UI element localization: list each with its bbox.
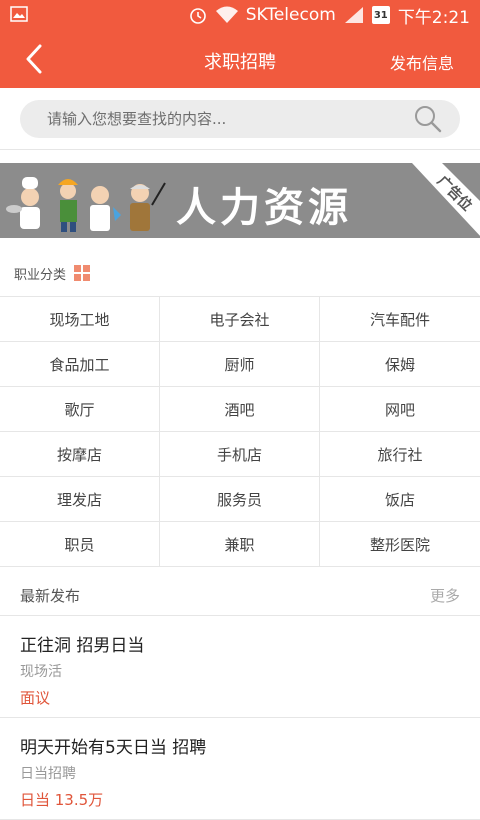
title-bar: 求职招聘 发布信息 — [0, 30, 480, 88]
status-bar: SKTelecom 31 下午2:21 — [0, 0, 480, 30]
category-header: 职业分类 — [0, 252, 480, 292]
ad-banner[interactable]: 人力资源 广告位 — [0, 163, 480, 238]
category-item[interactable]: 歌厅 — [0, 387, 160, 432]
grid-icon — [74, 265, 90, 285]
post-title: 明天开始有5天日当 招聘 — [20, 738, 207, 758]
category-item[interactable]: 汽车配件 — [320, 297, 480, 342]
category-item[interactable]: 食品加工 — [0, 342, 160, 387]
publish-button[interactable]: 发布信息 — [390, 50, 454, 74]
category-item[interactable]: 网吧 — [320, 387, 480, 432]
category-item[interactable]: 整形医院 — [320, 522, 480, 567]
list-item[interactable]: 正往洞 招男日当 现场活 面议 — [0, 617, 480, 718]
post-subtitle: 日当招聘 — [20, 766, 76, 782]
post-subtitle: 现场活 — [20, 664, 62, 680]
list-item[interactable]: 明天开始有5天日当 招聘 日当招聘 日当 13.5万 — [0, 719, 480, 820]
search-input[interactable] — [20, 100, 460, 138]
category-item[interactable]: 饭店 — [320, 477, 480, 522]
latest-title: 最新发布 — [20, 587, 81, 605]
post-title: 正往洞 招男日当 — [20, 636, 145, 656]
more-link[interactable]: 更多 — [430, 585, 460, 606]
category-item[interactable]: 保姆 — [320, 342, 480, 387]
category-item[interactable]: 兼职 — [160, 522, 320, 567]
signal-icon — [344, 6, 364, 24]
calendar-badge: 31 — [371, 6, 390, 24]
carrier-name: SKTelecom — [245, 5, 336, 25]
category-item[interactable]: 电子会社 — [160, 297, 320, 342]
category-item[interactable]: 厨师 — [160, 342, 320, 387]
post-pay: 面议 — [20, 689, 51, 707]
category-item[interactable]: 职员 — [0, 522, 160, 567]
latest-section-header: 最新发布 更多 — [0, 572, 480, 616]
status-time: 下午2:21 — [397, 7, 470, 28]
category-item[interactable]: 理发店 — [0, 477, 160, 522]
wifi-icon — [215, 6, 238, 24]
alarm-icon — [188, 5, 208, 25]
workers-illustration — [6, 177, 166, 232]
search-icon[interactable] — [414, 105, 442, 133]
category-item[interactable]: 手机店 — [160, 432, 320, 477]
category-item[interactable]: 旅行社 — [320, 432, 480, 477]
category-item[interactable]: 现场工地 — [0, 297, 160, 342]
category-label: 职业分类 — [14, 268, 67, 283]
gallery-notification-icon — [10, 6, 28, 27]
category-item[interactable]: 服务员 — [160, 477, 320, 522]
banner-title: 人力资源 — [176, 185, 352, 231]
category-item[interactable]: 酒吧 — [160, 387, 320, 432]
category-item[interactable]: 按摩店 — [0, 432, 160, 477]
search-bar — [0, 88, 480, 150]
category-grid: 现场工地 电子会社 汽车配件 食品加工 厨师 保姆 歌厅 酒吧 网吧 按摩店 手… — [0, 296, 480, 567]
